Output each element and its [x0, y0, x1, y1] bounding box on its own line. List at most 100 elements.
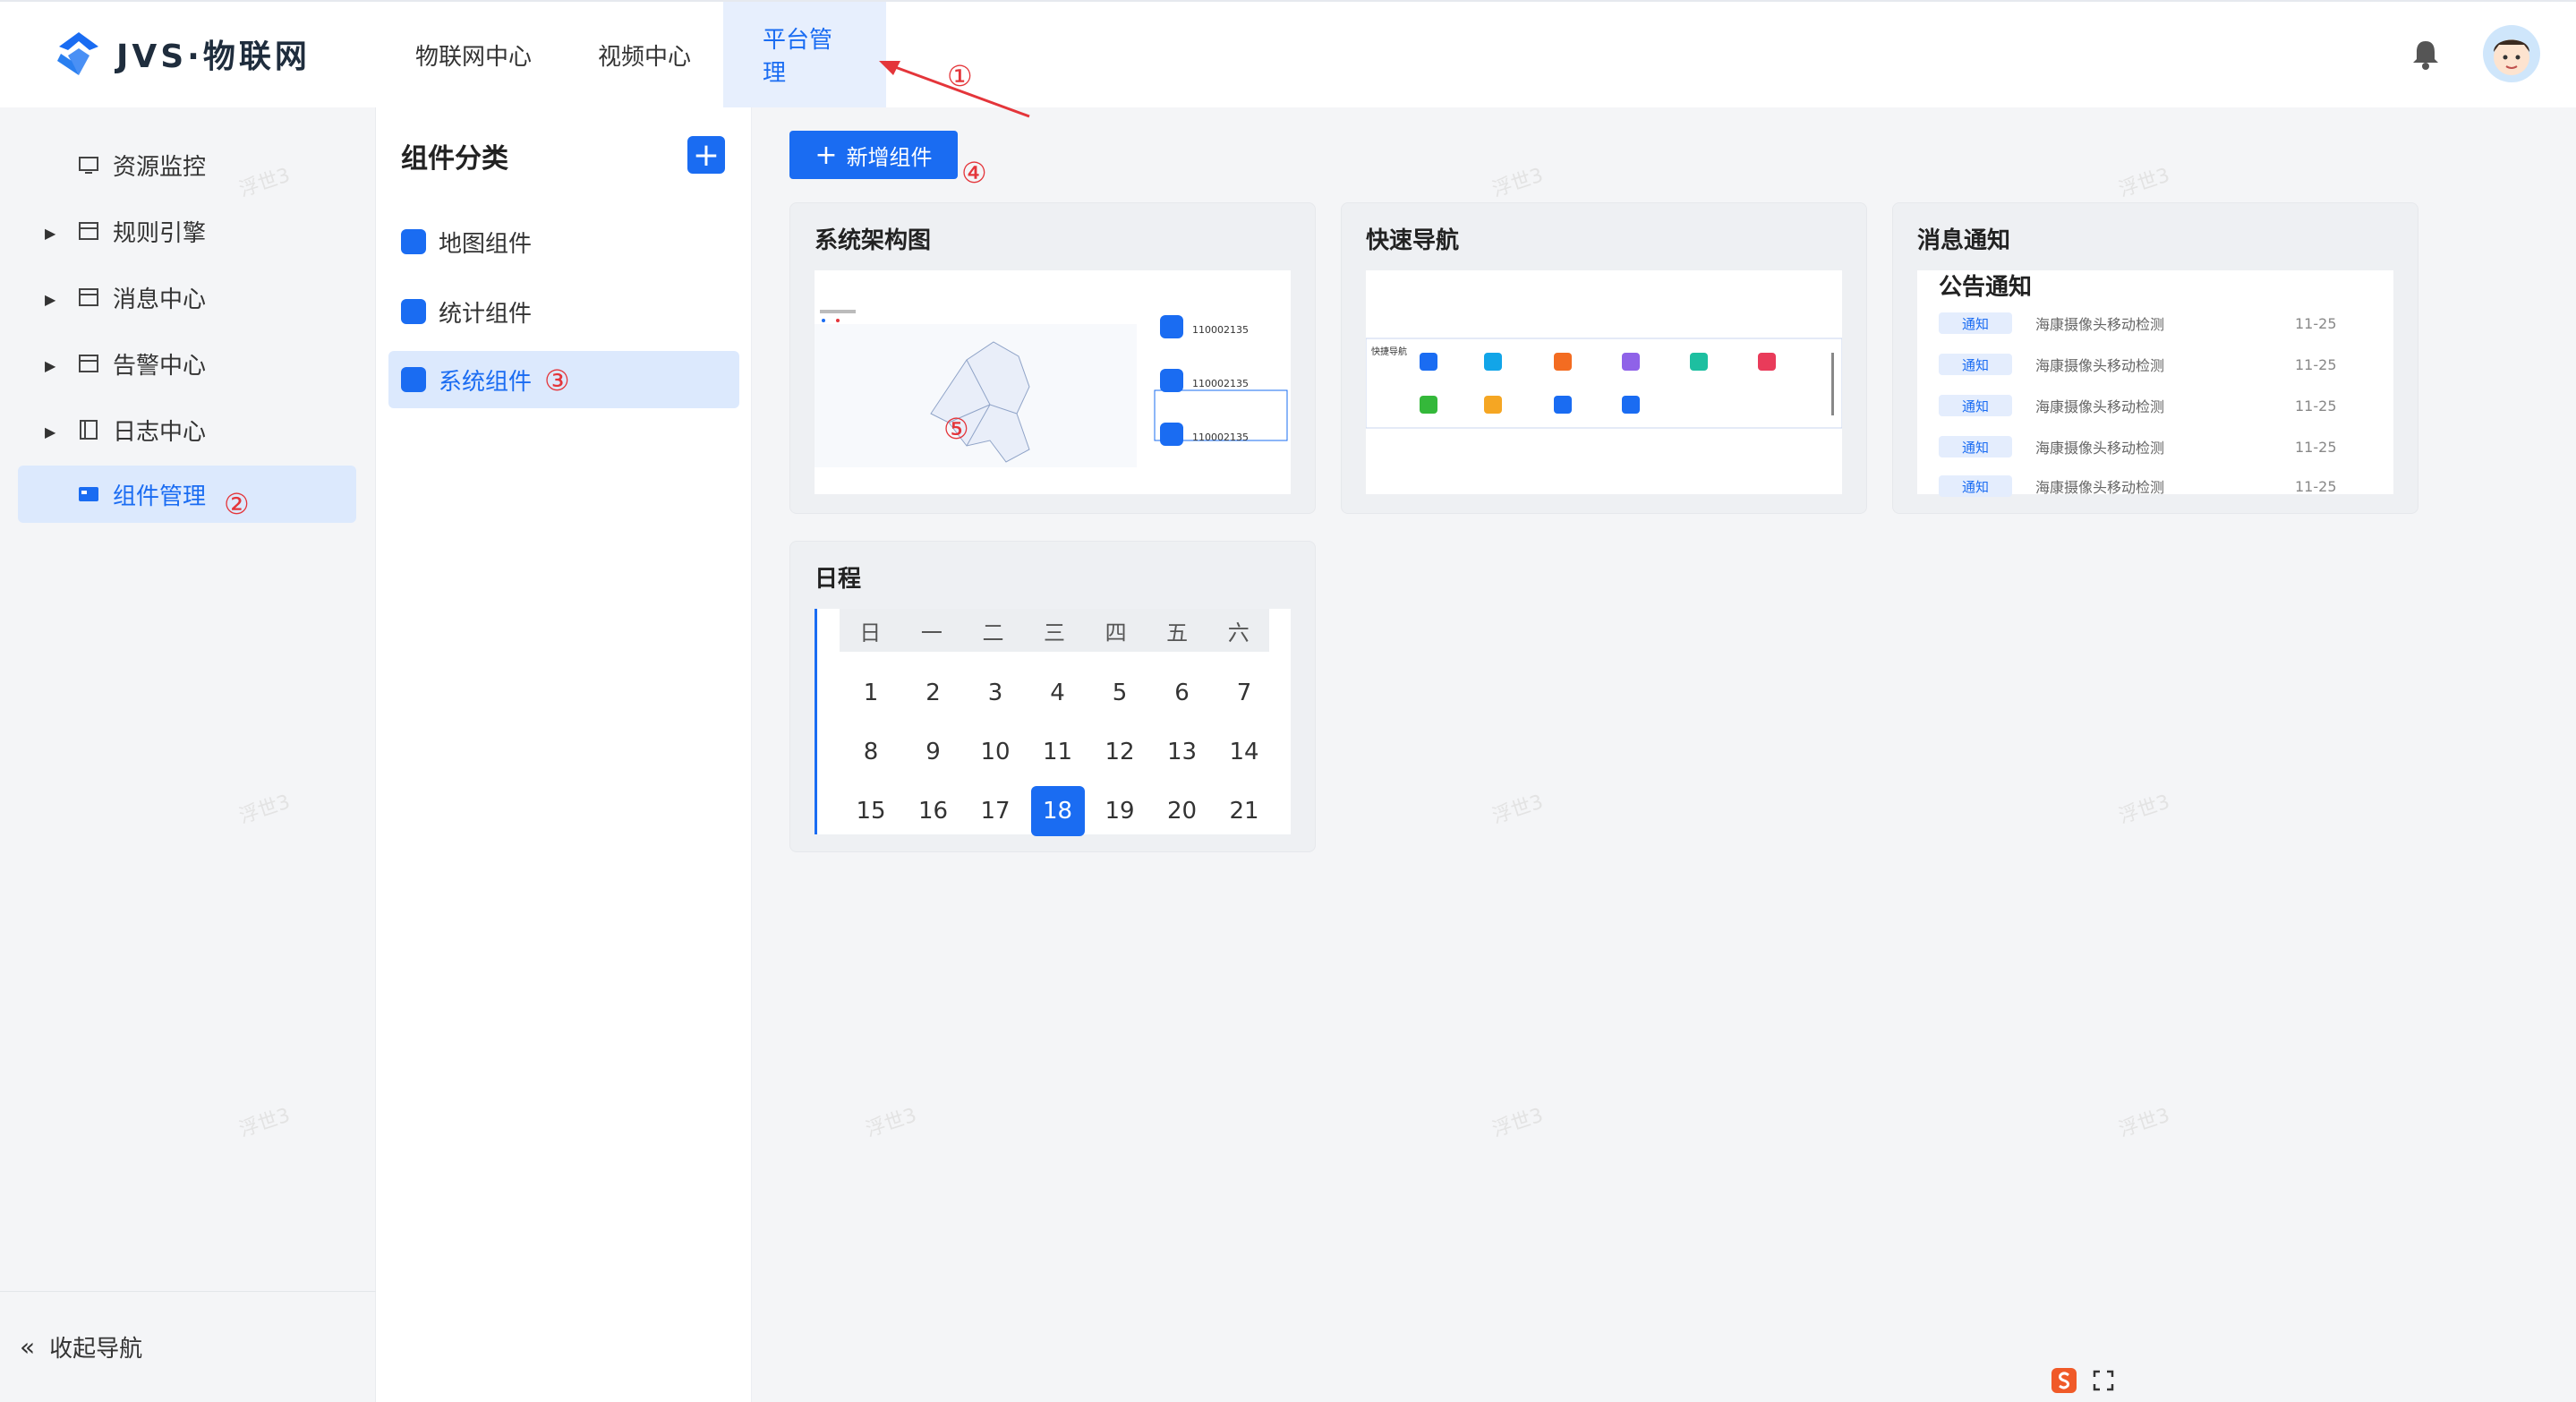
calendar-weekday-row: 日 一 二 三 四 五 六	[840, 609, 1269, 652]
calendar-day[interactable]: 11	[1031, 727, 1085, 777]
tab-platform-management[interactable]: 平台管理	[723, 2, 886, 107]
log-icon	[80, 420, 98, 440]
notice-row[interactable]: 通知 海康摄像头移动检测 11-25	[1939, 349, 2337, 380]
watermark: 浮世3	[1489, 164, 1547, 202]
add-category-button[interactable]: +	[687, 136, 725, 174]
stat-value: 110002135	[1192, 378, 1249, 389]
category-item-statistics[interactable]: 统计组件	[388, 283, 739, 340]
card-title: 系统架构图	[815, 227, 932, 254]
calendar-day[interactable]: 13	[1156, 727, 1209, 777]
message-icon	[79, 288, 98, 306]
quicknav-preview	[1365, 270, 1843, 494]
notice-row[interactable]: 通知 海康摄像头移动检测 11-25	[1939, 432, 2337, 462]
sidebar-item-rule-engine[interactable]: ▶ 规则引擎	[18, 202, 356, 260]
collapse-nav-button[interactable]: « 收起导航	[0, 1291, 376, 1402]
calendar-day-today[interactable]: 18	[1030, 786, 1085, 836]
weekday-label: 三	[1044, 620, 1066, 645]
calendar-day[interactable]: 20	[1156, 786, 1209, 836]
brand-logo[interactable]: JVS·物联网	[54, 27, 311, 81]
add-component-button[interactable]: + 新增组件	[789, 131, 958, 179]
sidebar-item-label: 告警中心	[113, 352, 207, 380]
card-title: 消息通知	[1917, 227, 2011, 254]
notice-tag: 通知	[1939, 475, 2012, 497]
marker-3: ③	[544, 363, 570, 398]
logo-icon	[57, 32, 98, 75]
calendar-day[interactable]: 21	[1217, 786, 1271, 836]
card-title: 日程	[815, 566, 862, 593]
notice-text: 海康摄像头移动检测	[2035, 398, 2165, 415]
watermark: 浮世3	[2116, 1104, 2173, 1142]
calendar-day[interactable]: 6	[1156, 668, 1209, 718]
notice-row[interactable]: 通知 海康摄像头移动检测 11-25	[1939, 471, 2337, 501]
add-component-label: 新增组件	[846, 144, 933, 170]
calendar-day[interactable]: 2	[907, 668, 960, 718]
notice-tag: 通知	[1939, 436, 2012, 457]
notice-date: 11-25	[2295, 438, 2337, 456]
notice-row[interactable]: 通知 海康摄像头移动检测 11-25	[1939, 308, 2337, 338]
watermark: 浮世3	[1489, 1104, 1547, 1142]
user-avatar[interactable]	[2483, 25, 2540, 82]
scan-icon[interactable]	[2091, 1368, 2116, 1393]
tab-label: 物联网中心	[415, 43, 533, 71]
calendar-day[interactable]: 16	[907, 786, 960, 836]
sidebar-item-label: 消息中心	[113, 286, 207, 313]
sidebar-item-message-center[interactable]: ▶ 消息中心	[18, 269, 356, 326]
notice-tag: 通知	[1939, 312, 2012, 334]
marker-4: ④	[961, 156, 987, 190]
calendar-day[interactable]: 5	[1093, 668, 1147, 718]
tab-label: 平台管理	[763, 27, 833, 87]
collapse-nav-label: 收起导航	[49, 1336, 143, 1363]
calendar-day[interactable]: 19	[1093, 786, 1147, 836]
calendar-day[interactable]: 12	[1093, 727, 1147, 777]
map-component-icon	[401, 229, 426, 254]
tab-iot-center[interactable]: 物联网中心	[376, 2, 571, 107]
bell-icon[interactable]	[2406, 34, 2445, 73]
sidebar-item-resource-monitor[interactable]: ▶ 资源监控	[18, 136, 356, 193]
category-item-map[interactable]: 地图组件	[388, 213, 739, 270]
notice-tag: 通知	[1939, 354, 2012, 375]
caret-right-icon: ▶	[45, 291, 56, 308]
quicknav-grid-icon	[1365, 338, 1843, 429]
calendar-day[interactable]: 9	[907, 727, 960, 777]
caret-right-icon: ▶	[45, 357, 56, 374]
calendar-day[interactable]: 1	[844, 668, 898, 718]
tab-video-center[interactable]: 视频中心	[559, 2, 730, 107]
ime-sogou-icon[interactable]	[2050, 1366, 2078, 1395]
weekday-label: 六	[1227, 620, 1250, 645]
category-label: 统计组件	[439, 300, 533, 328]
stat-value: 110002135	[1192, 432, 1249, 443]
avatar-icon	[2494, 39, 2529, 75]
calendar-day[interactable]: 15	[844, 786, 898, 836]
calendar-day[interactable]: 3	[968, 668, 1022, 718]
calendar-day[interactable]: 4	[1031, 668, 1085, 718]
sidebar-item-component-management[interactable]: ▶ 组件管理	[18, 466, 356, 523]
component-icon	[79, 487, 98, 501]
sidebar-item-label: 规则引擎	[113, 219, 207, 247]
watermark: 浮世3	[863, 1104, 920, 1142]
calendar-day[interactable]: 14	[1217, 727, 1271, 777]
notice-text: 海康摄像头移动检测	[2035, 479, 2165, 496]
calendar-day[interactable]: 7	[1217, 668, 1271, 718]
sidebar-item-log-center[interactable]: ▶ 日志中心	[18, 401, 356, 458]
rules-icon	[79, 222, 98, 240]
notice-row[interactable]: 通知 海康摄像头移动检测 11-25	[1939, 390, 2337, 421]
marker-5: ⑤	[943, 412, 969, 446]
notice-date: 11-25	[2295, 397, 2337, 415]
category-label: 系统组件	[439, 368, 533, 396]
system-component-icon	[401, 367, 426, 392]
notice-date: 11-25	[2295, 355, 2337, 373]
watermark: 浮世3	[2116, 164, 2173, 202]
sidebar-item-alarm-center[interactable]: ▶ 告警中心	[18, 335, 356, 392]
calendar-day[interactable]: 8	[844, 727, 898, 777]
calendar-day[interactable]: 17	[968, 786, 1022, 836]
calendar-day[interactable]: 10	[968, 727, 1022, 777]
sidebar-item-label: 资源监控	[113, 153, 207, 181]
category-title: 组件分类	[401, 143, 508, 175]
caret-right-icon: ▶	[45, 423, 56, 440]
notice-heading: 公告通知	[1939, 274, 2033, 301]
weekday-label: 二	[982, 620, 1004, 645]
caret-right-icon: ▶	[45, 225, 56, 242]
watermark: 浮世3	[2116, 791, 2173, 829]
notice-text: 海康摄像头移动检测	[2035, 357, 2165, 374]
sidebar-item-label: 组件管理	[113, 483, 207, 510]
